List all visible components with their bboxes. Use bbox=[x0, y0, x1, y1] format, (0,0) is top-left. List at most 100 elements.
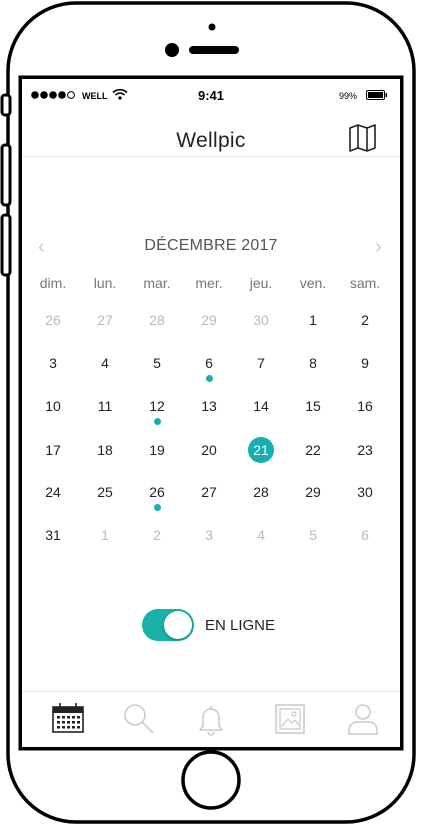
weekday-header: mer. bbox=[195, 275, 223, 291]
calendar-day[interactable]: 15 bbox=[287, 391, 339, 421]
page-title: Wellpic bbox=[176, 129, 246, 152]
day-number: 9 bbox=[361, 355, 369, 371]
calendar-day[interactable]: 12 bbox=[131, 391, 183, 425]
calendar-day[interactable]: 29 bbox=[183, 305, 235, 335]
day-number: 6 bbox=[205, 355, 213, 371]
day-number: 27 bbox=[201, 484, 217, 500]
calendar-day[interactable]: 17 bbox=[27, 435, 79, 465]
weekday-header: lun. bbox=[93, 275, 117, 291]
calendar-day[interactable]: 7 bbox=[235, 348, 287, 378]
day-number: 1 bbox=[309, 312, 317, 328]
day-number: 18 bbox=[97, 442, 113, 458]
day-number: 4 bbox=[101, 355, 109, 371]
photo-icon[interactable] bbox=[273, 702, 313, 738]
calendar-day[interactable]: 21 bbox=[235, 435, 287, 465]
weekday-header: sam. bbox=[349, 275, 381, 291]
calendar-day[interactable]: 9 bbox=[339, 348, 391, 378]
calendar-day[interactable]: 18 bbox=[79, 435, 131, 465]
calendar-day[interactable]: 1 bbox=[287, 305, 339, 335]
map-icon[interactable] bbox=[346, 124, 380, 152]
day-number: 5 bbox=[309, 527, 317, 543]
calendar-day[interactable]: 24 bbox=[27, 477, 79, 507]
calendar-day[interactable]: 13 bbox=[183, 391, 235, 421]
day-number: 25 bbox=[97, 484, 113, 500]
calendar-day[interactable]: 30 bbox=[235, 305, 287, 335]
day-number: 27 bbox=[97, 312, 113, 328]
calendar-day[interactable]: 4 bbox=[235, 520, 287, 550]
day-number: 30 bbox=[253, 312, 269, 328]
day-number: 23 bbox=[357, 442, 373, 458]
calendar-day[interactable]: 6 bbox=[339, 520, 391, 550]
calendar-day[interactable]: 23 bbox=[339, 435, 391, 465]
day-number: 28 bbox=[253, 484, 269, 500]
weekday-header: dim. bbox=[39, 275, 67, 291]
calendar-icon[interactable] bbox=[51, 702, 91, 738]
month-header: ‹ DÉCEMBRE 2017 › bbox=[22, 235, 400, 259]
day-number: 24 bbox=[45, 484, 61, 500]
profile-icon[interactable] bbox=[346, 702, 386, 738]
calendar-day[interactable]: 6 bbox=[183, 348, 235, 382]
calendar-day[interactable]: 28 bbox=[131, 305, 183, 335]
online-toggle[interactable] bbox=[142, 609, 194, 641]
calendar-day[interactable]: 25 bbox=[79, 477, 131, 507]
battery-percent: 99% bbox=[339, 91, 358, 101]
calendar-day[interactable]: 10 bbox=[27, 391, 79, 421]
calendar-day[interactable]: 1 bbox=[79, 520, 131, 550]
calendar-day[interactable]: 8 bbox=[287, 348, 339, 378]
day-number: 15 bbox=[305, 398, 321, 414]
day-number: 5 bbox=[153, 355, 161, 371]
day-number: 4 bbox=[257, 527, 265, 543]
day-number: 6 bbox=[361, 527, 369, 543]
day-number: 30 bbox=[357, 484, 373, 500]
calendar-day[interactable]: 5 bbox=[131, 348, 183, 378]
calendar-day[interactable]: 11 bbox=[79, 391, 131, 421]
calendar-day[interactable]: 2 bbox=[131, 520, 183, 550]
calendar-day[interactable]: 27 bbox=[79, 305, 131, 335]
bell-icon[interactable] bbox=[194, 702, 234, 738]
day-number: 2 bbox=[153, 527, 161, 543]
nav-divider bbox=[22, 156, 400, 157]
day-number: 26 bbox=[45, 312, 61, 328]
calendar-day[interactable]: 16 bbox=[339, 391, 391, 421]
calendar-day[interactable]: 20 bbox=[183, 435, 235, 465]
calendar-day[interactable]: 28 bbox=[235, 477, 287, 507]
event-dot bbox=[154, 418, 161, 425]
month-label: DÉCEMBRE 2017 bbox=[144, 237, 278, 254]
day-number: 29 bbox=[201, 312, 217, 328]
day-number: 21 bbox=[248, 437, 274, 463]
day-number: 31 bbox=[45, 527, 61, 543]
calendar-day[interactable]: 5 bbox=[287, 520, 339, 550]
day-number: 2 bbox=[361, 312, 369, 328]
calendar-day[interactable]: 26 bbox=[131, 477, 183, 511]
day-number: 20 bbox=[201, 442, 217, 458]
day-number: 22 bbox=[305, 442, 321, 458]
day-number: 28 bbox=[149, 312, 165, 328]
calendar-day[interactable]: 3 bbox=[183, 520, 235, 550]
app-screen: WELL 9:41 99% Wellpic ‹ DÉCEMBRE 2017 › … bbox=[22, 79, 400, 747]
day-number: 7 bbox=[257, 355, 265, 371]
calendar-day[interactable]: 2 bbox=[339, 305, 391, 335]
search-icon[interactable] bbox=[122, 702, 162, 738]
calendar-day[interactable]: 30 bbox=[339, 477, 391, 507]
calendar-day[interactable]: 29 bbox=[287, 477, 339, 507]
calendar-day[interactable]: 4 bbox=[79, 348, 131, 378]
calendar-day[interactable]: 19 bbox=[131, 435, 183, 465]
calendar-day[interactable]: 14 bbox=[235, 391, 287, 421]
day-number: 17 bbox=[45, 442, 61, 458]
weekday-header: mar. bbox=[143, 275, 171, 291]
calendar-day[interactable]: 27 bbox=[183, 477, 235, 507]
calendar-day[interactable]: 22 bbox=[287, 435, 339, 465]
day-number: 11 bbox=[97, 398, 113, 414]
day-number: 16 bbox=[357, 398, 373, 414]
toggle-knob bbox=[164, 611, 192, 639]
chevron-right-icon[interactable]: › bbox=[375, 235, 382, 259]
day-number: 26 bbox=[149, 484, 165, 500]
day-number: 8 bbox=[309, 355, 317, 371]
day-number: 13 bbox=[201, 398, 217, 414]
calendar-day[interactable]: 31 bbox=[27, 520, 79, 550]
weekday-header: jeu. bbox=[249, 275, 273, 291]
calendar-day[interactable]: 3 bbox=[27, 348, 79, 378]
calendar-day[interactable]: 26 bbox=[27, 305, 79, 335]
day-number: 12 bbox=[149, 398, 165, 414]
event-dot bbox=[154, 504, 161, 511]
